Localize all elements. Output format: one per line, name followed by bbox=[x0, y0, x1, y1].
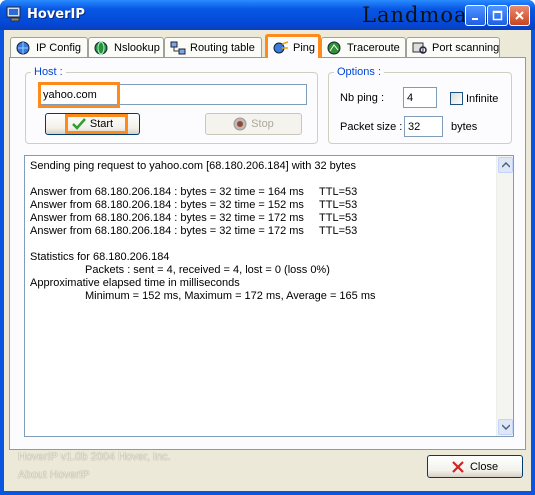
globe-icon bbox=[94, 41, 108, 54]
stop-icon bbox=[233, 117, 247, 131]
scroll-up-button[interactable] bbox=[498, 157, 513, 173]
close-button-label: Close bbox=[469, 460, 499, 473]
traceroute-icon bbox=[327, 41, 341, 54]
tab-label: Routing table bbox=[190, 41, 255, 54]
title-bar[interactable]: HoverIP Landmoa.net bbox=[0, 0, 535, 30]
maximize-icon bbox=[492, 10, 503, 21]
nb-ping-input[interactable] bbox=[403, 87, 437, 108]
output-scrollbar[interactable] bbox=[496, 156, 513, 436]
port-scan-icon bbox=[412, 42, 427, 54]
app-window: HoverIP Landmoa.net IP Config Nslookup R… bbox=[0, 0, 535, 495]
scroll-down-icon bbox=[501, 424, 510, 430]
version-text: HoverIP v1.0b 2004 Hover, Inc. bbox=[18, 451, 171, 463]
tab-label: Nslookup bbox=[114, 41, 160, 54]
tab-nslookup[interactable]: Nslookup bbox=[88, 37, 164, 57]
network-icon bbox=[170, 41, 186, 54]
tab-routing-table[interactable]: Routing table bbox=[164, 37, 262, 57]
output-line: Answer from 68.180.206.184 : bytes = 32 … bbox=[30, 225, 358, 237]
close-x-icon bbox=[452, 460, 464, 473]
maximize-button[interactable] bbox=[487, 5, 508, 26]
output-line: Approximative elapsed time in millisecon… bbox=[30, 277, 240, 289]
tab-label: IP Config bbox=[36, 41, 82, 54]
infinite-label: Infinite bbox=[466, 93, 499, 105]
minimize-icon bbox=[472, 18, 478, 20]
tab-traceroute[interactable]: Traceroute bbox=[321, 37, 406, 57]
minimize-button[interactable] bbox=[465, 5, 486, 26]
ip-config-icon bbox=[16, 41, 30, 54]
options-group-label: Options : bbox=[334, 66, 385, 78]
output-line: Answer from 68.180.206.184 : bytes = 32 … bbox=[30, 199, 358, 211]
ping-icon bbox=[273, 40, 289, 53]
ping-output-area[interactable]: Sending ping request to yahoo.com [68.18… bbox=[24, 155, 514, 437]
tab-label: Port scanning bbox=[432, 41, 500, 54]
app-icon bbox=[6, 6, 21, 22]
client-area: IP Config Nslookup Routing table Ping Tr… bbox=[4, 30, 531, 491]
tab-label: Traceroute bbox=[347, 41, 400, 54]
ping-tab-panel: Host : Start Stop Options : Nb ping : In… bbox=[9, 57, 526, 450]
scroll-down-button[interactable] bbox=[498, 419, 513, 435]
output-line: Answer from 68.180.206.184 : bytes = 32 … bbox=[30, 212, 358, 224]
scroll-up-icon bbox=[501, 162, 510, 168]
close-button[interactable]: Close bbox=[427, 455, 523, 478]
tab-port-scanning[interactable]: Port scanning bbox=[406, 37, 500, 57]
nb-ping-label: Nb ping : bbox=[340, 92, 385, 104]
packet-size-input[interactable] bbox=[404, 116, 443, 137]
output-line: Minimum = 152 ms, Maximum = 172 ms, Aver… bbox=[30, 290, 376, 302]
output-line: Statistics for 68.180.206.184 bbox=[30, 251, 170, 263]
close-icon bbox=[515, 11, 524, 20]
bytes-label: bytes bbox=[451, 121, 478, 133]
infinite-checkbox[interactable] bbox=[450, 92, 463, 105]
close-window-button[interactable] bbox=[509, 5, 530, 26]
stop-button-label: Stop bbox=[251, 118, 274, 130]
window-title: HoverIP bbox=[27, 7, 85, 22]
output-line: Answer from 68.180.206.184 : bytes = 32 … bbox=[30, 186, 358, 198]
host-group-label: Host : bbox=[31, 66, 66, 78]
about-link[interactable]: About HoverIP bbox=[18, 469, 90, 481]
host-input-highlight bbox=[38, 82, 120, 108]
output-line: Sending ping request to yahoo.com [68.18… bbox=[30, 160, 356, 172]
packet-size-label: Packet size : bbox=[340, 121, 403, 133]
start-button-highlight bbox=[65, 114, 128, 134]
output-line: Packets : sent = 4, received = 4, lost =… bbox=[30, 264, 330, 276]
tab-ip-config[interactable]: IP Config bbox=[10, 37, 88, 57]
tab-label: Ping bbox=[293, 41, 316, 54]
tab-ping[interactable]: Ping bbox=[265, 34, 321, 58]
stop-button[interactable]: Stop bbox=[205, 113, 302, 135]
